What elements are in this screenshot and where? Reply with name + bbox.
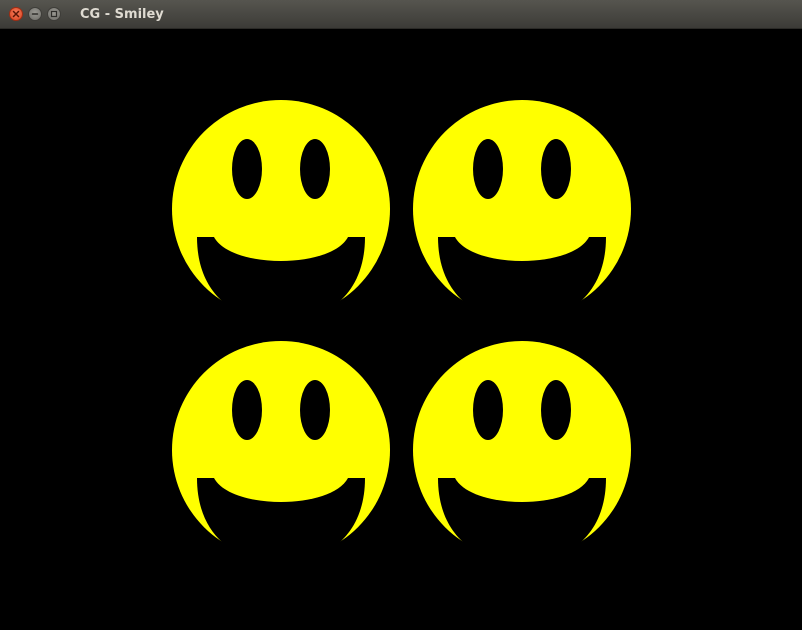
- smiley-left-eye: [473, 380, 503, 440]
- close-icon: [12, 10, 20, 18]
- minimize-button[interactable]: [28, 7, 42, 21]
- window-controls: [9, 7, 66, 21]
- smiley-face: [172, 341, 390, 563]
- smiley-left-eye: [232, 380, 262, 440]
- app-window: CG - Smiley: [0, 0, 802, 630]
- smiley-left-eye: [473, 139, 503, 199]
- smiley-face: [413, 341, 631, 563]
- smiley-drawing: [172, 100, 631, 563]
- drawing-canvas[interactable]: [0, 29, 802, 630]
- smiley-left-eye: [232, 139, 262, 199]
- smiley-face: [413, 100, 631, 322]
- window-title: CG - Smiley: [80, 6, 164, 22]
- maximize-button[interactable]: [47, 7, 61, 21]
- close-button[interactable]: [9, 7, 23, 21]
- smiley-right-eye: [541, 380, 571, 440]
- smiley-face: [172, 100, 390, 322]
- minimize-icon: [31, 13, 39, 15]
- title-bar[interactable]: CG - Smiley: [0, 0, 802, 29]
- smiley-right-eye: [300, 139, 330, 199]
- smiley-right-eye: [300, 380, 330, 440]
- maximize-icon: [50, 10, 58, 18]
- smiley-right-eye: [541, 139, 571, 199]
